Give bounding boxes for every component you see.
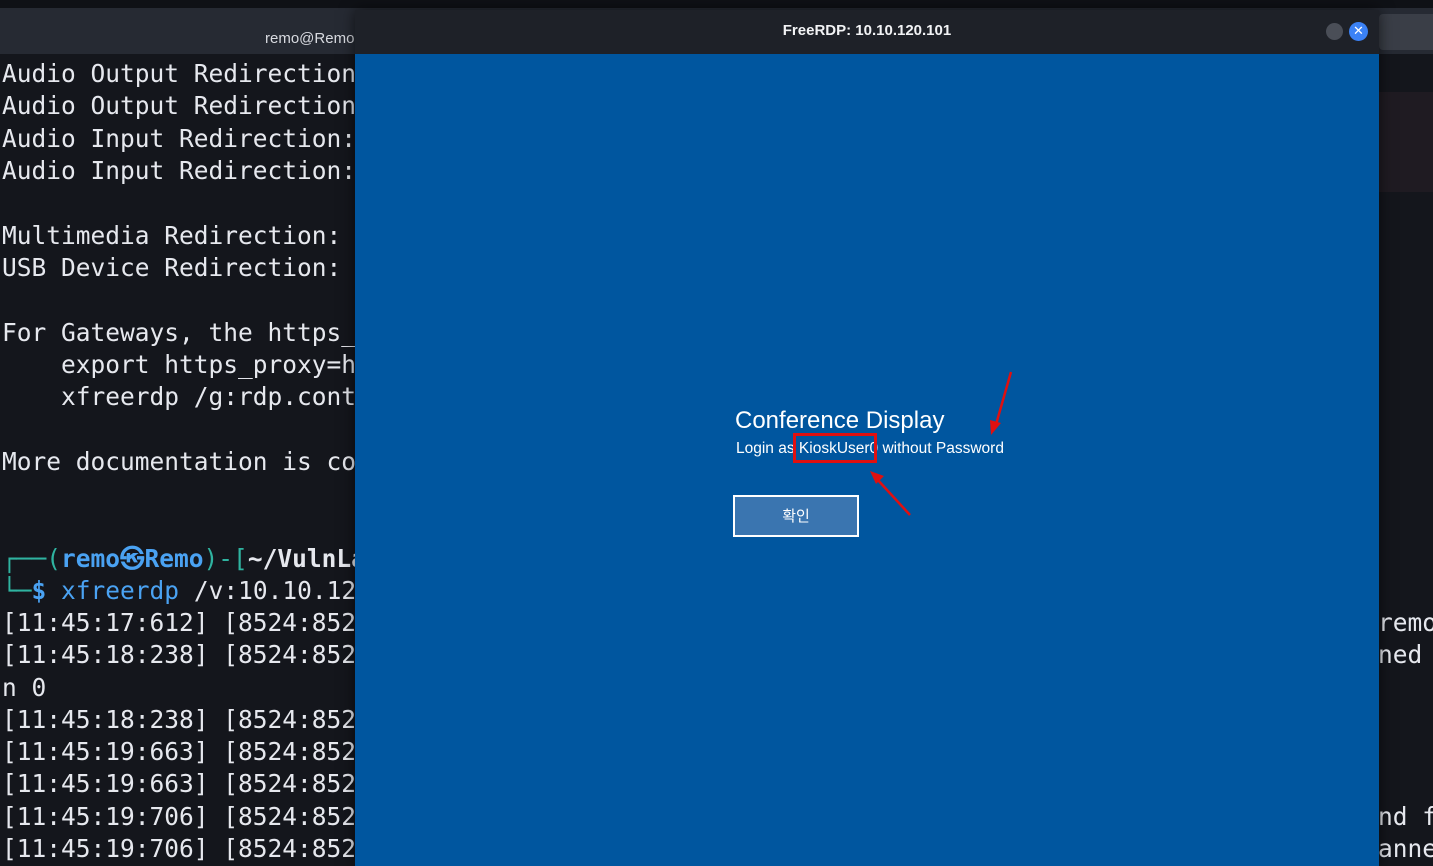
terminal-line: xfreerdp /g:rdp.contos (2, 382, 386, 411)
arrow-to-title-icon (990, 371, 1013, 435)
terminal-fragment: anne (1378, 834, 1433, 863)
terminal-line: Multimedia Redirection: /v (2, 221, 386, 250)
prompt-dollar: $ (31, 576, 47, 605)
terminal-line: Audio Input Redirection: / (2, 124, 386, 153)
terminal-fragment: remo (1378, 608, 1433, 637)
prompt-at-icon: ㉿ (120, 544, 145, 573)
terminal-line: [11:45:18:238] [8524:8525] (2, 640, 386, 669)
prompt-separator: )-[ (203, 544, 248, 573)
terminal-line: Audio Input Redirection: / (2, 156, 386, 185)
terminal-line: [11:45:19:663] [8524:8525] (2, 769, 386, 798)
prompt-corner: ┌──( (2, 544, 62, 573)
terminal-line: [11:45:18:238] [8524:8525] (2, 705, 386, 734)
prompt-line: ┌──(remo㉿Remo)-[~/VulnLal (2, 543, 381, 575)
terminal-line: More documentation is com (2, 447, 371, 476)
prompt-host: Remo (144, 544, 204, 573)
arrow-to-username-icon (870, 471, 911, 516)
background-tab (1379, 14, 1433, 50)
command-line: └─$ xfreerdp /v:10.10.120 (2, 575, 371, 607)
freerdp-window[interactable]: FreeRDP: 10.10.120.101 ✕ Conference Disp… (355, 10, 1379, 866)
command-args: /v:10.10.120 (179, 576, 371, 605)
terminal-line: USB Device Redirection: /u (2, 253, 386, 282)
prompt-user: remo (61, 544, 121, 573)
background-panel (1379, 92, 1433, 192)
terminal-line: n 0 (2, 673, 47, 702)
top-strip (0, 0, 1433, 8)
terminal-line: Audio Output Redirection: (2, 91, 371, 120)
terminal-fragment: nd fo (1378, 802, 1433, 831)
terminal-line: [11:45:17:612] [8524:8525] (2, 608, 386, 637)
terminal-line: [11:45:19:663] [8524:8525] (2, 737, 386, 766)
prompt-corner: └─ (2, 576, 32, 605)
terminal-fragment: ned ( (1378, 640, 1423, 669)
command-name: xfreerdp (61, 576, 180, 605)
terminal-line: [11:45:19:706] [8524:8525] (2, 834, 386, 863)
terminal-line: export https_proxy=htt (2, 350, 386, 379)
terminal-line: [11:45:19:706] [8524:8525] (2, 802, 386, 831)
terminal-line: Audio Output Redirection: (2, 59, 371, 88)
annotation-arrows (870, 371, 1013, 516)
terminal-title: remo@Remo: (265, 30, 359, 47)
terminal-line: For Gateways, the https_pr (2, 318, 386, 347)
